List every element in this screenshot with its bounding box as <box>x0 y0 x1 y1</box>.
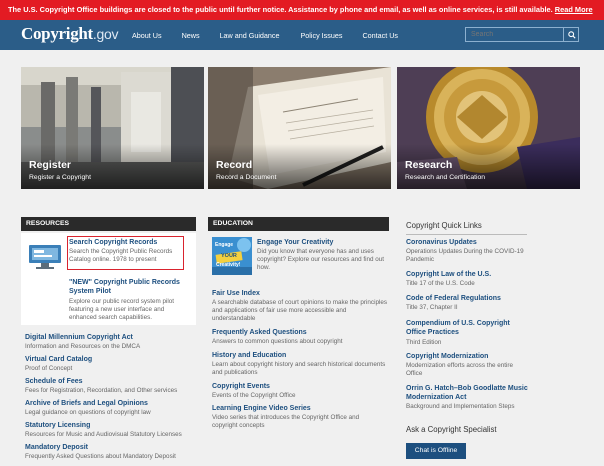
fair-use-index-link[interactable]: Fair Use Index <box>212 290 260 297</box>
search-input[interactable] <box>465 27 579 42</box>
hero-title: Research <box>405 159 453 171</box>
engage-thumbnail[interactable]: Engage YOUR Creativity! <box>212 237 252 275</box>
site-logo[interactable]: Copyright.gov <box>21 24 118 44</box>
search-records-desc: Search the Copyright Public Records Cata… <box>69 248 173 263</box>
schedule-fees-desc: Fees for Registration, Recordation, and … <box>25 387 178 394</box>
music-modernization-act-link[interactable]: Orrin G. Hatch–Bob Goodlatte Music Moder… <box>406 384 530 402</box>
logo-suffix: .gov <box>92 26 119 42</box>
records-pilot-desc: Explore our public record system pilot f… <box>69 298 174 321</box>
music-modernization-act-desc: Background and Implementation Steps <box>406 403 515 410</box>
statutory-licensing-link[interactable]: Statutory Licensing <box>25 422 90 429</box>
copyright-modernization-desc: Modernization efforts across the entire … <box>406 362 513 377</box>
cfr-desc: Title 37, Chapter II <box>406 304 458 311</box>
nav-news[interactable]: News <box>182 31 200 40</box>
hero-title: Register <box>29 159 72 171</box>
hero-subtitle: Research and Certification <box>405 174 486 181</box>
fair-use-index-desc: A searchable database of court opinions … <box>212 299 388 322</box>
alert-text: The U.S. Copyright Office buildings are … <box>8 5 553 14</box>
read-more-link[interactable]: Read More <box>555 5 593 14</box>
learning-engine-link[interactable]: Learning Engine Video Series <box>212 405 311 412</box>
archive-briefs-desc: Legal guidance on questions of copyright… <box>25 409 151 416</box>
specialist-heading: Ask a Copyright Specialist <box>406 425 497 434</box>
computer-icon <box>26 241 64 271</box>
virtual-card-catalog-link[interactable]: Virtual Card Catalog <box>25 356 92 363</box>
schedule-fees-link[interactable]: Schedule of Fees <box>25 378 83 385</box>
logo-main: Copyright <box>21 24 93 43</box>
compendium-desc: Third Edition <box>406 339 442 346</box>
history-education-link[interactable]: History and Education <box>212 352 286 359</box>
records-pilot-link[interactable]: "NEW" Copyright Public Records System Pi… <box>69 278 189 296</box>
copyright-modernization-link[interactable]: Copyright Modernization <box>406 353 488 360</box>
nav-links: About Us News Law and Guidance Policy Is… <box>132 20 398 50</box>
search-button[interactable] <box>563 27 579 42</box>
main-nav: Copyright.gov About Us News Law and Guid… <box>0 20 604 50</box>
learning-engine-desc: Video series that introduces the Copyrig… <box>212 414 360 429</box>
faq-link[interactable]: Frequently Asked Questions <box>212 329 307 336</box>
compendium-link[interactable]: Compendium of U.S. Copyright Office Prac… <box>406 319 526 337</box>
hero-register[interactable]: Register Register a Copyright <box>21 67 204 189</box>
copyright-law-desc: Title 17 of the U.S. Code <box>406 280 475 287</box>
hero-record[interactable]: Record Record a Document <box>208 67 391 189</box>
education-heading: EDUCATION <box>208 217 389 231</box>
chat-offline-button[interactable]: Chat is Offline <box>406 443 466 459</box>
quick-links-divider <box>406 234 527 235</box>
hero-title: Record <box>216 159 253 171</box>
archive-briefs-link[interactable]: Archive of Briefs and Legal Opinions <box>25 400 148 407</box>
virtual-card-catalog-desc: Proof of Concept <box>25 365 73 372</box>
history-education-desc: Learn about copyright history and search… <box>212 361 386 376</box>
coronavirus-updates-desc: Operations Updates During the COVID-19 P… <box>406 248 524 263</box>
nav-contact-us[interactable]: Contact Us <box>362 31 398 40</box>
thumb-text-engage: Engage <box>215 242 234 248</box>
nav-about-us[interactable]: About Us <box>132 31 162 40</box>
engage-creativity-desc: Did you know that everyone has and uses … <box>257 248 385 271</box>
alert-banner: The U.S. Copyright Office buildings are … <box>0 0 604 20</box>
mandatory-deposit-link[interactable]: Mandatory Deposit <box>25 444 88 451</box>
statutory-licensing-desc: Resources for Music and Audiovisual Stat… <box>25 431 182 438</box>
search-icon <box>567 30 576 39</box>
hero-subtitle: Register a Copyright <box>29 174 91 181</box>
thumb-text-creativity: Creativity! <box>216 262 241 268</box>
copyright-law-link[interactable]: Copyright Law of the U.S. <box>406 271 491 278</box>
dmca-link[interactable]: Digital Millennium Copyright Act <box>25 334 133 341</box>
faq-desc: Answers to common questions about copyri… <box>212 338 343 345</box>
resources-heading: RESOURCES <box>21 217 196 231</box>
thumb-text-your: YOUR <box>221 253 237 259</box>
cfr-link[interactable]: Code of Federal Regulations <box>406 295 501 302</box>
search-records-link[interactable]: Search Copyright Records <box>69 239 157 246</box>
engage-creativity-link[interactable]: Engage Your Creativity <box>257 239 333 246</box>
nav-law-guidance[interactable]: Law and Guidance <box>220 31 280 40</box>
copyright-events-link[interactable]: Copyright Events <box>212 383 270 390</box>
quick-links-heading: Copyright Quick Links <box>406 221 482 230</box>
mandatory-deposit-desc: Frequently Asked Questions about Mandato… <box>25 453 176 460</box>
coronavirus-updates-link[interactable]: Coronavirus Updates <box>406 239 477 246</box>
hero-subtitle: Record a Document <box>216 174 277 181</box>
copyright-events-desc: Events of the Copyright Office <box>212 392 296 399</box>
nav-policy-issues[interactable]: Policy Issues <box>301 31 343 40</box>
dmca-desc: Information and Resources on the DMCA <box>25 343 141 350</box>
hero-research[interactable]: Research Research and Certification <box>397 67 580 189</box>
